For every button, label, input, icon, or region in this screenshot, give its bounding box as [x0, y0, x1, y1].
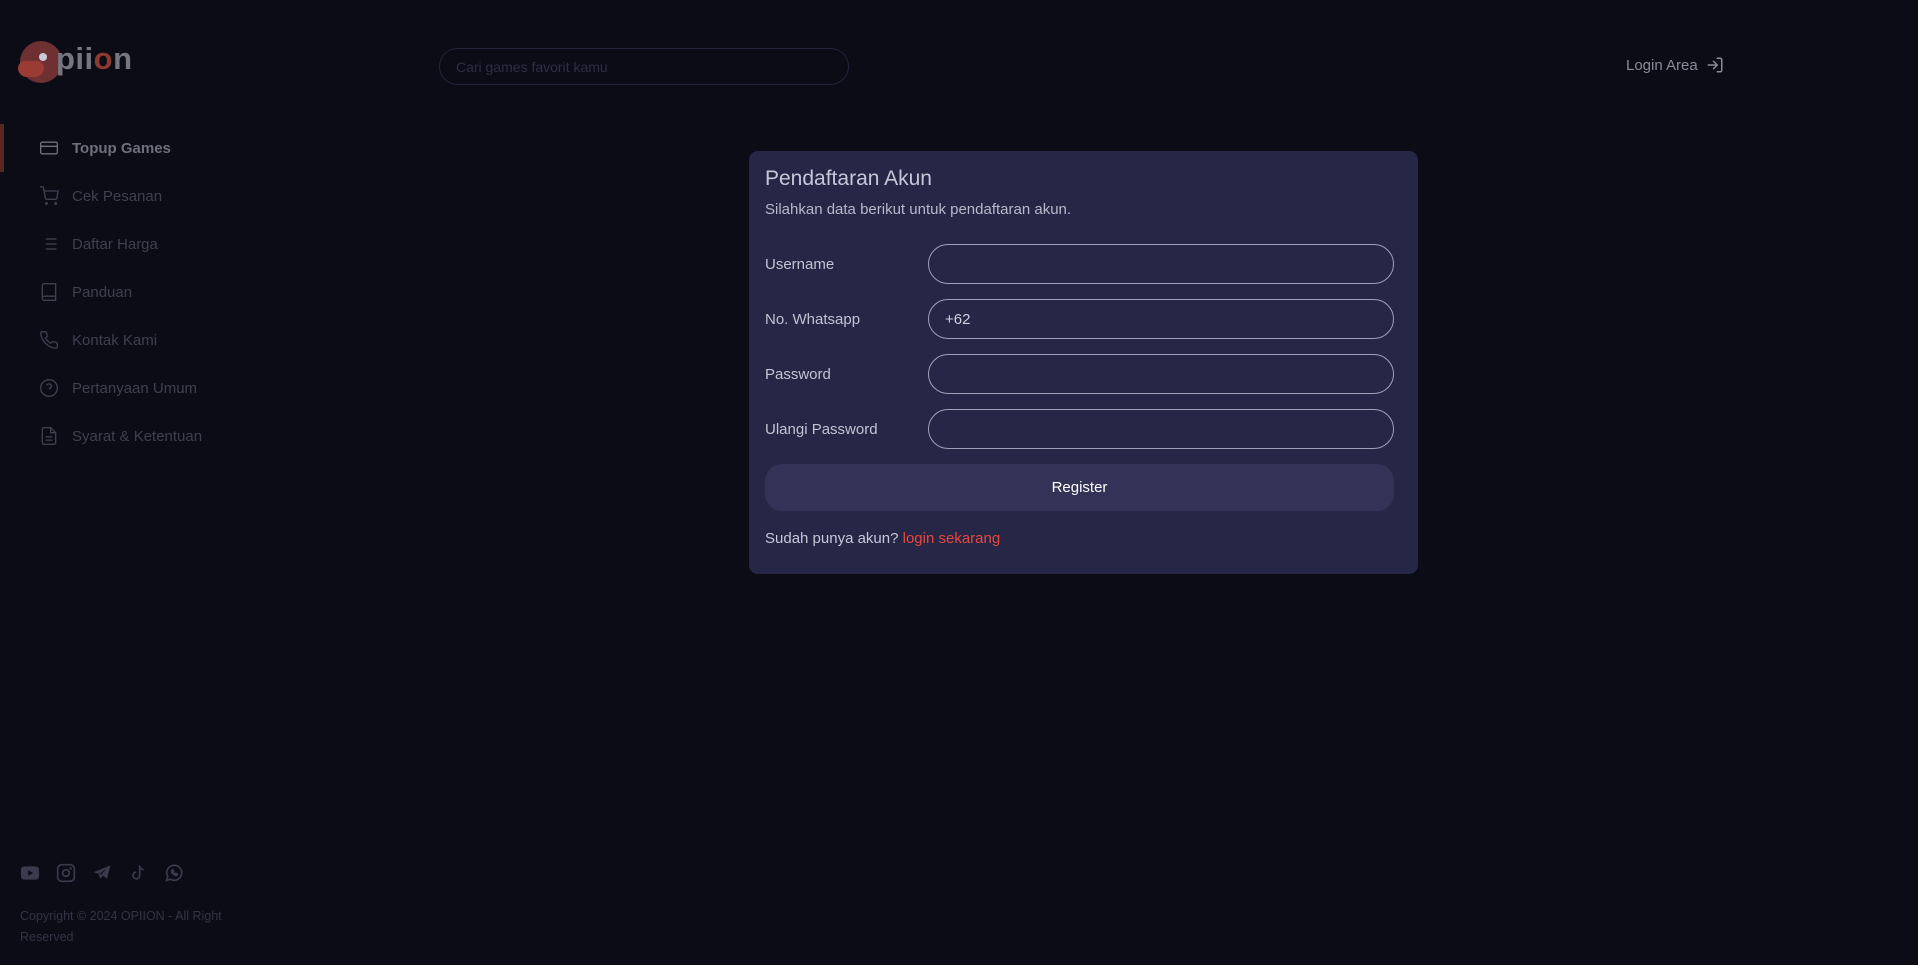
password-label: Password: [765, 365, 831, 383]
confirm-password-field-wrap: [928, 409, 1394, 449]
youtube-icon[interactable]: [20, 863, 40, 883]
sidebar-item-kontak-kami[interactable]: Kontak Kami: [0, 316, 260, 364]
sidebar-item-daftar-harga[interactable]: Daftar Harga: [0, 220, 260, 268]
sidebar-item-label: Syarat & Ketentuan: [72, 427, 203, 445]
confirm-password-label: Ulangi Password: [765, 420, 878, 438]
password-row: Password: [765, 354, 1394, 394]
sidebar-nav: Topup Games Cek Pesanan Daftar Harga Pan…: [0, 124, 260, 460]
password-input[interactable]: [929, 355, 1393, 393]
password-field-wrap: [928, 354, 1394, 394]
login-area-link[interactable]: Login Area: [1626, 56, 1724, 74]
copyright-text: Copyright © 2024 OPIION - All Right Rese…: [20, 909, 222, 944]
site-logo[interactable]: piion: [18, 38, 133, 86]
sidebar-item-panduan[interactable]: Panduan: [0, 268, 260, 316]
modal-subtitle: Silahkan data berikut untuk pendaftaran …: [765, 201, 1072, 218]
cart-icon: [39, 186, 59, 205]
register-modal: Pendaftaran Akun Silahkan data berikut u…: [749, 151, 1418, 574]
sidebar-item-label: Cek Pesanan: [72, 187, 163, 205]
tiktok-icon[interactable]: [128, 863, 148, 883]
sidebar-item-syarat-ketentuan[interactable]: Syarat & Ketentuan: [0, 412, 260, 460]
instagram-icon[interactable]: [56, 863, 76, 883]
document-icon: [41, 427, 57, 445]
help-circle-icon: [40, 379, 58, 397]
whatsapp-input[interactable]: [929, 300, 1393, 338]
sidebar-item-cek-pesanan[interactable]: Cek Pesanan: [0, 172, 260, 220]
social-links: [20, 863, 184, 883]
login-prompt: Sudah punya akun? login sekarang: [765, 530, 1000, 547]
telegram-icon[interactable]: [92, 863, 112, 883]
confirm-password-row: Ulangi Password: [765, 409, 1394, 449]
confirm-password-input[interactable]: [929, 410, 1393, 448]
sidebar-item-label: Topup Games: [72, 139, 171, 157]
log-in-icon: [1707, 57, 1723, 73]
whatsapp-icon[interactable]: [164, 863, 184, 883]
have-account-text: Sudah punya akun?: [765, 530, 899, 547]
whatsapp-row: No. Whatsapp: [765, 299, 1394, 339]
credit-card-icon: [40, 141, 58, 155]
username-field-wrap: [928, 244, 1394, 284]
sidebar-item-pertanyaan-umum[interactable]: Pertanyaan Umum: [0, 364, 260, 412]
login-now-link[interactable]: login sekarang: [903, 530, 1001, 547]
username-label: Username: [765, 255, 835, 273]
sidebar-item-topup-games[interactable]: Topup Games: [0, 124, 260, 172]
sidebar-item-label: Kontak Kami: [72, 331, 158, 349]
list-icon: [41, 238, 57, 250]
register-button[interactable]: Register: [765, 464, 1394, 511]
book-icon: [41, 283, 57, 301]
whatsapp-label: No. Whatsapp: [765, 310, 861, 328]
modal-title: Pendaftaran Akun: [765, 167, 932, 190]
sidebar-item-label: Panduan: [72, 283, 133, 301]
logo-text: piion: [56, 41, 133, 76]
search-box[interactable]: [439, 48, 849, 85]
login-area-label: Login Area: [1626, 56, 1698, 74]
sidebar-item-label: Pertanyaan Umum: [72, 379, 198, 397]
whatsapp-field-wrap: [928, 299, 1394, 339]
search-input[interactable]: [440, 49, 848, 84]
username-input[interactable]: [929, 245, 1393, 283]
sidebar-item-label: Daftar Harga: [72, 235, 158, 253]
username-row: Username: [765, 244, 1394, 284]
phone-icon: [40, 330, 59, 349]
